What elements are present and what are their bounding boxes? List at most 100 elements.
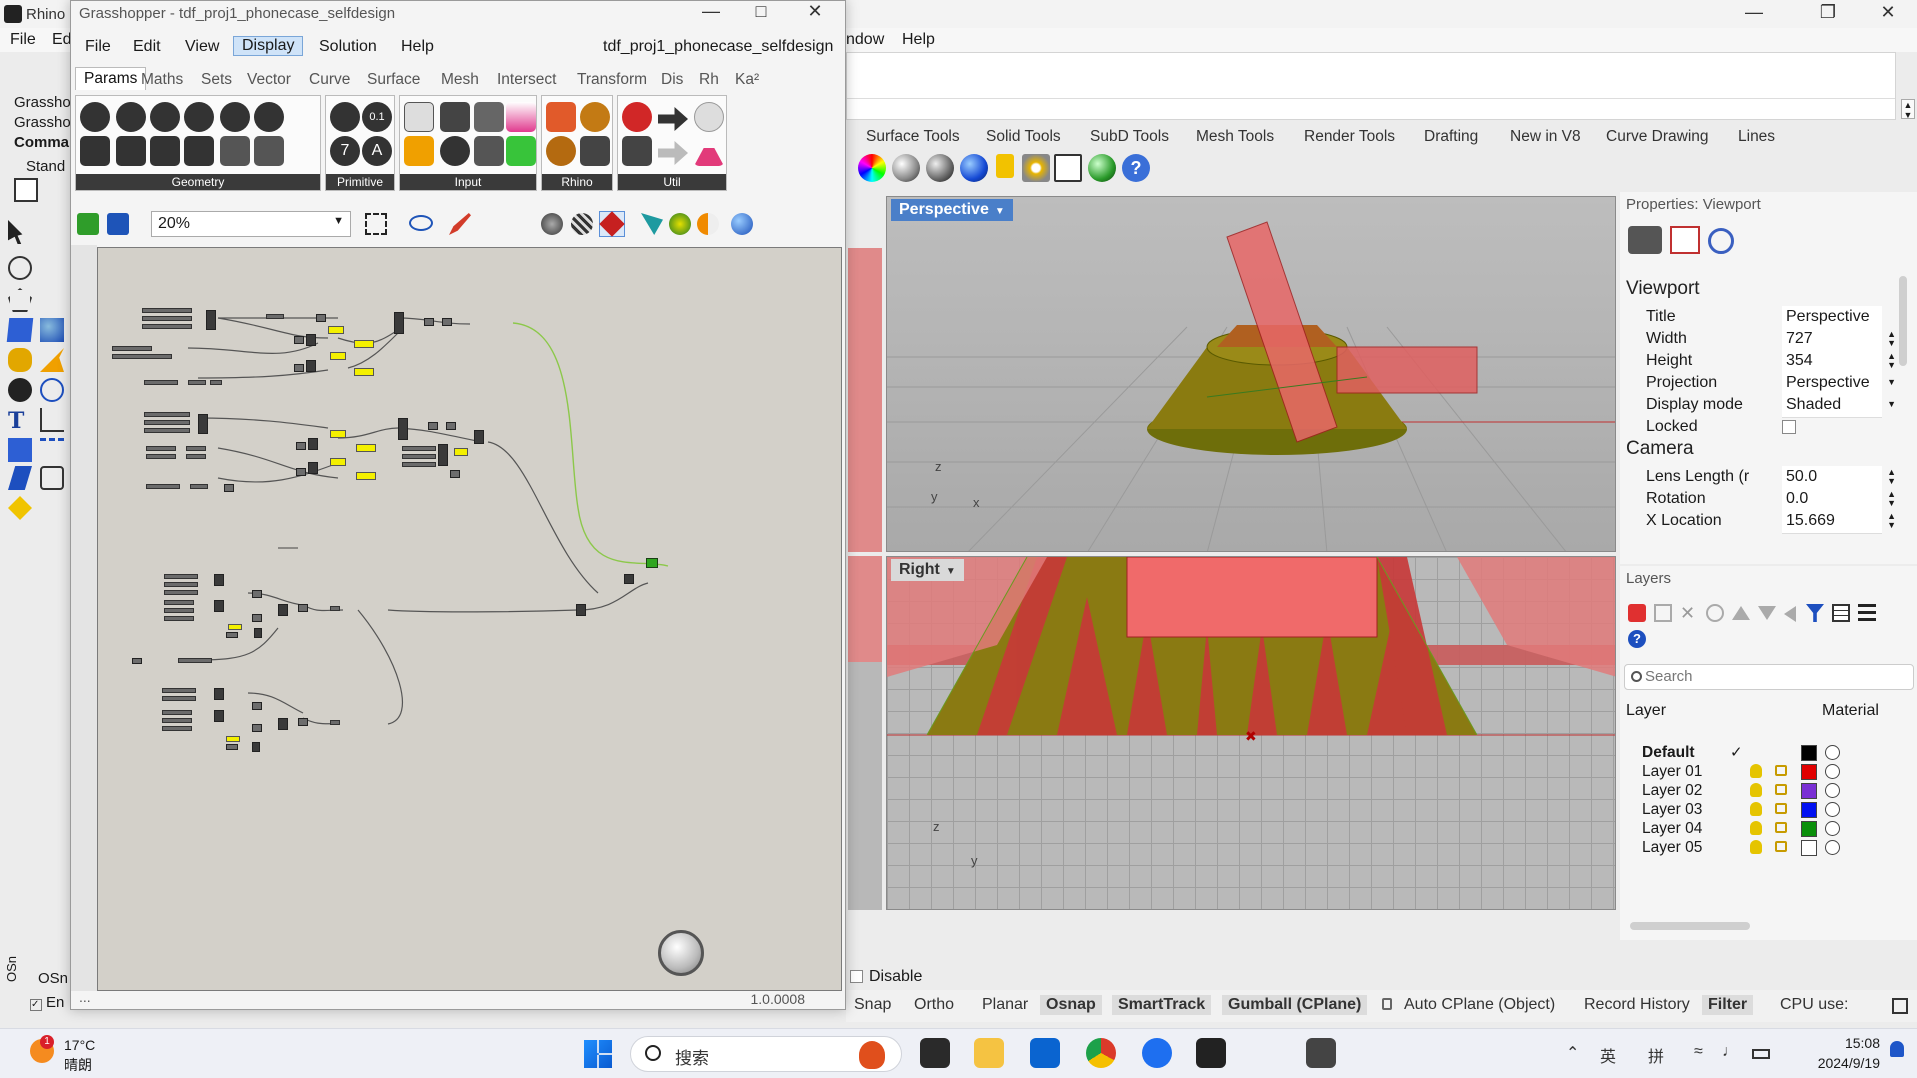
gh-rhino-import-icon[interactable] <box>546 102 576 132</box>
prop-title-field[interactable]: Perspective <box>1782 306 1882 330</box>
status-record-history[interactable]: Record History <box>1584 996 1690 1014</box>
dimension-tool-icon[interactable] <box>40 408 64 432</box>
grasshopper-canvas[interactable] <box>97 247 842 991</box>
gh-tab-surface[interactable]: Surface <box>367 71 420 89</box>
right-viewport-label[interactable]: Right ▼ <box>891 559 964 581</box>
layer-material-icon[interactable] <box>1825 802 1840 817</box>
gh-slider-component[interactable] <box>144 428 190 433</box>
osnap-end-option[interactable]: ✓ En <box>30 994 64 1011</box>
gh-probe-icon[interactable] <box>694 102 724 132</box>
layer-search-input[interactable]: Search <box>1624 664 1914 690</box>
gh-component-node[interactable] <box>394 312 404 334</box>
layer-lock-icon[interactable] <box>1775 822 1787 833</box>
gh-surface-param-icon[interactable] <box>184 102 214 132</box>
gh-toggle-icon[interactable] <box>440 102 470 132</box>
status-planar[interactable]: Planar <box>982 996 1028 1014</box>
gh-component-node[interactable] <box>254 628 262 638</box>
preview-quality-icon[interactable] <box>697 213 719 235</box>
spinner-icon[interactable]: ▲ ▼ <box>1887 330 1896 348</box>
boolean-icon[interactable] <box>8 378 32 402</box>
preview-mesh-icon[interactable] <box>669 213 691 235</box>
gh-component-node[interactable] <box>398 418 408 440</box>
gh-slider-component[interactable] <box>142 324 192 329</box>
gh-slider-component[interactable] <box>164 582 198 587</box>
gh-tab-vector[interactable]: Vector <box>247 71 291 89</box>
gh-arrow-icon[interactable] <box>658 107 688 131</box>
panel-label-command[interactable]: Comma <box>14 134 69 151</box>
gh-component-node[interactable] <box>214 710 224 722</box>
gh-slider-component[interactable] <box>186 454 206 459</box>
gh-number-param-icon[interactable]: 0.1 <box>362 102 392 132</box>
layer-material-icon[interactable] <box>1825 840 1840 855</box>
gh-panel-yellow[interactable] <box>354 368 374 376</box>
layer-color-swatch[interactable] <box>1801 783 1817 799</box>
gh-panel-yellow[interactable] <box>354 340 374 348</box>
layer-column-header[interactable]: Layer <box>1626 702 1666 720</box>
spinner-icon[interactable]: ▲ ▼ <box>1887 490 1896 508</box>
spinner-icon[interactable]: ▲ ▼ <box>1887 468 1896 486</box>
layer-lock-icon[interactable] <box>1775 784 1787 795</box>
layer-color-swatch[interactable] <box>1801 840 1817 856</box>
new-file-icon[interactable] <box>14 178 38 202</box>
gh-slider-component[interactable] <box>112 346 152 351</box>
tab-curve-drawing[interactable]: Curve Drawing <box>1606 128 1709 146</box>
gh-slider-component[interactable] <box>144 380 178 385</box>
layers-scrollbar[interactable] <box>1630 922 1750 930</box>
chevron-down-icon[interactable]: ▼ <box>333 215 344 227</box>
gh-component-node[interactable] <box>428 422 438 430</box>
gh-panel-icon[interactable] <box>474 136 504 166</box>
gh-tab-sets[interactable]: Sets <box>201 71 232 89</box>
minimize-icon[interactable]: — <box>691 1 731 22</box>
gh-cherry-icon[interactable] <box>622 102 652 132</box>
layer-visible-bulb-icon[interactable] <box>1750 802 1762 816</box>
gh-component-node[interactable] <box>296 442 306 450</box>
gh-component-node[interactable] <box>450 470 460 478</box>
gh-box-param-icon[interactable] <box>184 136 214 166</box>
gh-component-node[interactable] <box>446 422 456 430</box>
selected-preview-button[interactable] <box>599 211 625 237</box>
tab-surface-tools[interactable]: Surface Tools <box>866 128 960 146</box>
prop-width-field[interactable]: 727 <box>1782 328 1882 352</box>
gh-component-node[interactable] <box>252 724 262 732</box>
layer-name[interactable]: Layer 01 <box>1642 763 1702 781</box>
gh-component-node[interactable] <box>316 314 326 322</box>
dimension-icon[interactable] <box>1054 154 1082 182</box>
gh-tab-intersect[interactable]: Intersect <box>497 71 556 89</box>
gh-menu-help[interactable]: Help <box>401 38 434 56</box>
gh-circle-param-icon[interactable] <box>116 102 146 132</box>
task-view-icon[interactable] <box>920 1038 950 1068</box>
status-filter[interactable]: Filter <box>1702 995 1754 1015</box>
gh-slider-component[interactable] <box>162 696 196 701</box>
layer-visible-bulb-icon[interactable] <box>1750 764 1762 778</box>
layer-color-swatch[interactable] <box>1801 745 1817 761</box>
display-props-icon[interactable] <box>1708 228 1734 254</box>
rhino-taskbar-icon[interactable] <box>1306 1038 1336 1068</box>
maximize-icon[interactable]: ❐ <box>1808 2 1848 23</box>
arrow-orange-icon[interactable] <box>40 348 64 372</box>
gh-component-node[interactable] <box>252 590 262 598</box>
disable-checkbox[interactable] <box>850 970 863 984</box>
gh-component-node[interactable] <box>308 438 318 450</box>
tab-drafting[interactable]: Drafting <box>1424 128 1478 146</box>
wire-preview-icon[interactable] <box>541 213 563 235</box>
gh-brep-param-icon[interactable] <box>116 136 146 166</box>
command-scroll-icon[interactable]: ▲ ▼ <box>1901 99 1915 120</box>
minimize-icon[interactable]: — <box>1734 2 1774 23</box>
gh-component-node[interactable] <box>296 468 306 476</box>
gh-slider-component[interactable] <box>146 484 180 489</box>
gh-component-node[interactable] <box>214 688 224 700</box>
gh-panel-component[interactable] <box>330 606 340 611</box>
select-arrow-icon[interactable] <box>8 220 23 244</box>
panel-toggle-icon[interactable] <box>1892 998 1908 1014</box>
battery-icon[interactable] <box>1752 1049 1770 1059</box>
gh-slider-component[interactable] <box>162 718 192 723</box>
tab-new-in-v8[interactable]: New in V8 <box>1510 128 1581 146</box>
gh-component-node[interactable] <box>306 334 316 346</box>
move-down-icon[interactable] <box>1758 606 1776 620</box>
array-icon[interactable] <box>40 438 64 462</box>
gh-menu-solution[interactable]: Solution <box>319 38 377 56</box>
gh-panel-component[interactable] <box>210 380 222 385</box>
status-osnap[interactable]: Osnap <box>1040 995 1102 1015</box>
gh-component-node[interactable] <box>424 318 434 326</box>
close-icon[interactable]: ✕ <box>1868 2 1908 23</box>
